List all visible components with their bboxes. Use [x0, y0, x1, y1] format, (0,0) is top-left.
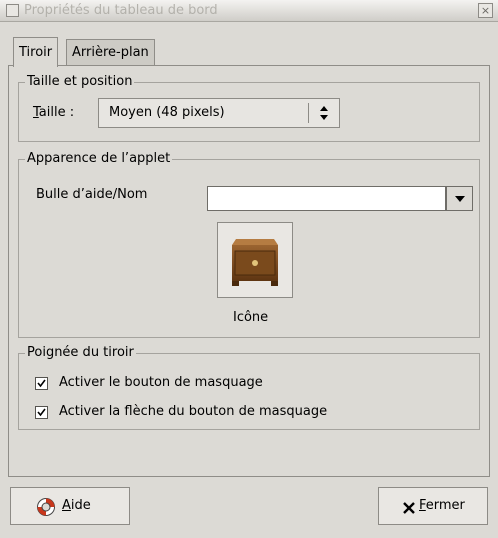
hide-arrow-checkbox[interactable] — [35, 406, 48, 419]
drawer-handle-frame: Poignée du tiroir Activer le bouton de m… — [18, 345, 480, 430]
size-select-value: Moyen (48 pixels) — [109, 105, 225, 120]
icon-picker-button[interactable] — [217, 222, 293, 298]
icon-caption: Icône — [233, 310, 269, 325]
close-button-label: Fermer — [419, 498, 465, 513]
tooltip-name-input[interactable] — [207, 186, 446, 211]
lifebuoy-icon — [37, 498, 55, 516]
window-close-icon[interactable]: × — [478, 3, 493, 18]
drawer-icon — [232, 239, 278, 286]
size-position-frame: Taille et position Taille : Moyen (48 pi… — [18, 74, 480, 142]
tab-arriere-plan[interactable]: Arrière-plan — [66, 39, 155, 65]
tab-label: Arrière-plan — [72, 45, 149, 60]
select-separator — [308, 103, 309, 123]
checkmark-icon — [37, 408, 46, 417]
properties-window: Propriétés du tableau de bord × Tiroir A… — [0, 0, 498, 538]
size-label: Taille : — [33, 105, 75, 120]
size-select[interactable]: Moyen (48 pixels) — [98, 98, 340, 128]
window-menu-icon[interactable] — [6, 4, 19, 17]
tooltip-dropdown-button[interactable] — [446, 186, 473, 211]
help-button-label: Aide — [62, 498, 91, 513]
frame-title: Taille et position — [25, 74, 135, 89]
tooltip-name-label: Bulle d’aide/Nom — [36, 187, 148, 202]
frame-title: Poignée du tiroir — [25, 345, 136, 360]
applet-appearance-frame: Apparence de l’applet Bulle d’aide/Nom I… — [18, 151, 480, 338]
tab-tiroir[interactable]: Tiroir — [13, 37, 59, 67]
up-down-arrows-icon — [320, 106, 328, 120]
close-button[interactable]: Fermer — [378, 487, 488, 525]
checkmark-icon — [37, 379, 46, 388]
frame-title: Apparence de l’applet — [25, 151, 173, 166]
x-icon — [403, 502, 415, 514]
window-title: Propriétés du tableau de bord — [24, 3, 218, 18]
help-button[interactable]: Aide — [10, 487, 130, 525]
hide-arrow-label[interactable]: Activer la flèche du bouton de masquage — [59, 404, 327, 419]
notebook-page: Taille et position Taille : Moyen (48 pi… — [8, 65, 490, 477]
title-bar[interactable]: Propriétés du tableau de bord × — [0, 0, 498, 22]
tab-label: Tiroir — [19, 45, 53, 60]
hide-button-label[interactable]: Activer le bouton de masquage — [59, 375, 263, 390]
hide-button-checkbox[interactable] — [35, 377, 48, 390]
